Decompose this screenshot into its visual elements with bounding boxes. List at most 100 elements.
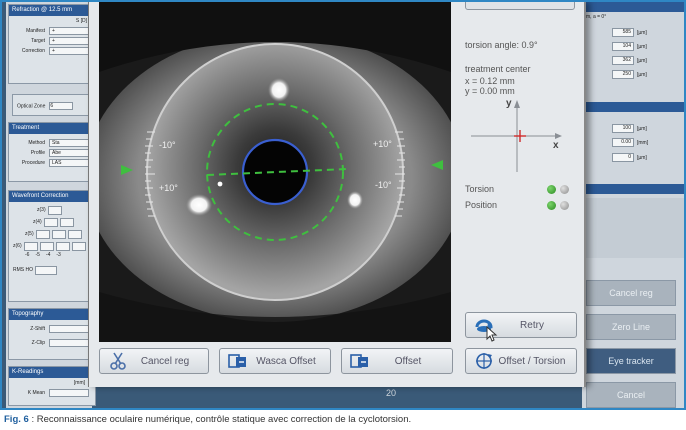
retry-button[interactable]: Retry	[465, 312, 577, 338]
wavefront-cell[interactable]	[59, 217, 74, 227]
wavefront-cell[interactable]	[35, 229, 50, 239]
cancel-button[interactable]: Cancel	[586, 382, 676, 408]
k-readings-section: K-Readings [mm] K Mean	[8, 366, 96, 406]
right-panel-header	[586, 184, 684, 194]
mouse-cursor-icon	[486, 326, 498, 342]
torsion-ok-indicator	[547, 185, 556, 194]
z-clip-field[interactable]	[49, 339, 89, 347]
wavefront-cell[interactable]	[39, 241, 54, 251]
wavefront-cell[interactable]	[51, 229, 66, 239]
profile-select[interactable]: Abe	[49, 149, 89, 157]
cancel-reg-button[interactable]: Cancel reg	[99, 348, 209, 374]
right-row: 0 [µm]	[612, 153, 647, 162]
manifest-field[interactable]: +	[49, 27, 89, 35]
wasca-offset-label: Wasca Offset	[256, 355, 316, 367]
torsion-off-indicator	[560, 185, 569, 194]
refraction-sub: S [D]	[75, 18, 87, 24]
wavefront-cell[interactable]	[71, 241, 86, 251]
k-row: K Mean	[9, 388, 95, 398]
optical-zone: Optical Zone 6	[12, 94, 94, 116]
eye-tracker-button[interactable]: Eye tracker	[586, 348, 676, 374]
topography-section: Topography Z-Shift Z-Clip	[8, 308, 96, 360]
correction-field[interactable]: +	[49, 47, 89, 55]
torsion-status-label: Torsion	[465, 184, 495, 194]
cancel-reg-button-bg[interactable]: Cancel reg	[586, 280, 676, 306]
right-value-field[interactable]: 0	[612, 153, 634, 162]
figure-caption: Fig. 6 : Reconnaissance oculaire numériq…	[4, 414, 684, 425]
optical-zone-label: Optical Zone	[17, 103, 46, 110]
wavefront-cell[interactable]	[67, 229, 82, 239]
right-value-field[interactable]: 100	[612, 124, 634, 133]
target-rotate-icon	[474, 352, 494, 370]
right-row: 104 [µm]	[612, 42, 647, 51]
scale-label-left-top: -10°	[159, 140, 176, 150]
wavefront-cell[interactable]	[23, 241, 38, 251]
offset-torsion-button[interactable]: Offset / Torsion	[465, 348, 577, 374]
parameters-panel: Refraction @ 12.5 mm S [D] Manifest + Tar…	[6, 2, 96, 408]
wavefront-row: z(6)	[13, 240, 91, 252]
refraction-title: Refraction @ 12.5 mm	[9, 5, 95, 16]
figure-caption-text: : Reconnaissance oculaire numérique, con…	[28, 414, 412, 425]
top-toolbar-button[interactable]	[465, 2, 575, 10]
right-row: 362 [µm]	[612, 56, 647, 65]
zero-line-button[interactable]: Zero Line	[586, 314, 676, 340]
axis-x-label: x	[553, 140, 559, 151]
wavefront-indices: -6 -5 -4 -3	[25, 252, 61, 258]
position-status-label: Position	[465, 200, 498, 210]
z-shift-field[interactable]	[49, 325, 89, 333]
offset-torsion-label: Offset / Torsion	[498, 355, 566, 367]
right-panel-header	[586, 2, 684, 12]
offset-label: Offset	[394, 355, 422, 367]
rms-row: RMS HO	[13, 264, 91, 276]
scale-label-right-top: +10°	[373, 139, 392, 149]
figure-number: Fig. 6	[4, 414, 29, 425]
treatment-row: Profile Abe	[9, 148, 95, 158]
position-off-indicator	[560, 201, 569, 210]
wavefront-cell[interactable]	[55, 241, 70, 251]
axis-y-label: y	[506, 98, 512, 109]
procedure-select[interactable]: LAS	[49, 159, 89, 167]
k-readings-title: K-Readings	[9, 367, 95, 378]
right-panel-blank	[586, 198, 684, 258]
wavefront-cell[interactable]	[43, 217, 58, 227]
offset-button[interactable]: Offset	[341, 348, 453, 374]
cancel-reg-label: Cancel reg	[140, 355, 190, 367]
right-value-field[interactable]: 104	[612, 42, 634, 51]
wavefront-section: Wavefront Correction z(3) z(4) z(5) z(6)…	[8, 190, 96, 302]
position-ok-indicator	[547, 201, 556, 210]
right-value-field[interactable]: 0.00	[612, 138, 634, 147]
k-mean-field[interactable]	[49, 389, 89, 397]
target-field[interactable]: +	[49, 37, 89, 45]
retry-label: Retry	[520, 319, 544, 331]
right-value-field[interactable]: 585	[612, 28, 634, 37]
topography-row: Z-Shift	[9, 324, 95, 334]
wavefront-cell[interactable]	[47, 205, 62, 215]
eye-camera-view: -10° +10° +10° -10°	[99, 2, 451, 342]
right-row: 250 [µm]	[612, 70, 647, 79]
refraction-row: Correction +	[9, 46, 95, 56]
wavefront-row: z(5)	[13, 228, 91, 240]
treatment-title: Treatment	[9, 123, 95, 134]
topography-row: Z-Clip	[9, 338, 95, 348]
right-row: 0.00 [mm]	[612, 138, 648, 147]
right-value-field[interactable]: 250	[612, 70, 634, 79]
right-row: 100 [µm]	[612, 124, 647, 133]
wasca-offset-button[interactable]: Wasca Offset	[219, 348, 331, 374]
offset-icon	[350, 352, 370, 370]
right-value-field[interactable]: 362	[612, 56, 634, 65]
optical-zone-field[interactable]: 6	[49, 102, 74, 110]
topography-title: Topography	[9, 309, 95, 320]
refraction-section: Refraction @ 12.5 mm S [D] Manifest + Tar…	[8, 4, 96, 84]
offset-icon	[228, 352, 248, 370]
treatment-row: Method Sta	[9, 138, 95, 148]
scale-label-left-bottom: +10°	[159, 183, 178, 193]
registration-info-panel: torsion angle: 0.9° treatment center x =…	[461, 2, 581, 302]
right-row: 585 [µm]	[612, 28, 647, 37]
treatment-center-label: treatment center	[465, 64, 531, 74]
wavefront-row: z(3)	[13, 204, 91, 216]
right-panel-caption: m, a = 0°	[586, 14, 607, 20]
method-select[interactable]: Sta	[49, 139, 89, 147]
torsion-angle-text: torsion angle: 0.9°	[465, 40, 538, 50]
rms-field[interactable]	[35, 265, 57, 275]
treatment-section: Treatment Method Sta Profile Abe Procedure…	[8, 122, 96, 182]
